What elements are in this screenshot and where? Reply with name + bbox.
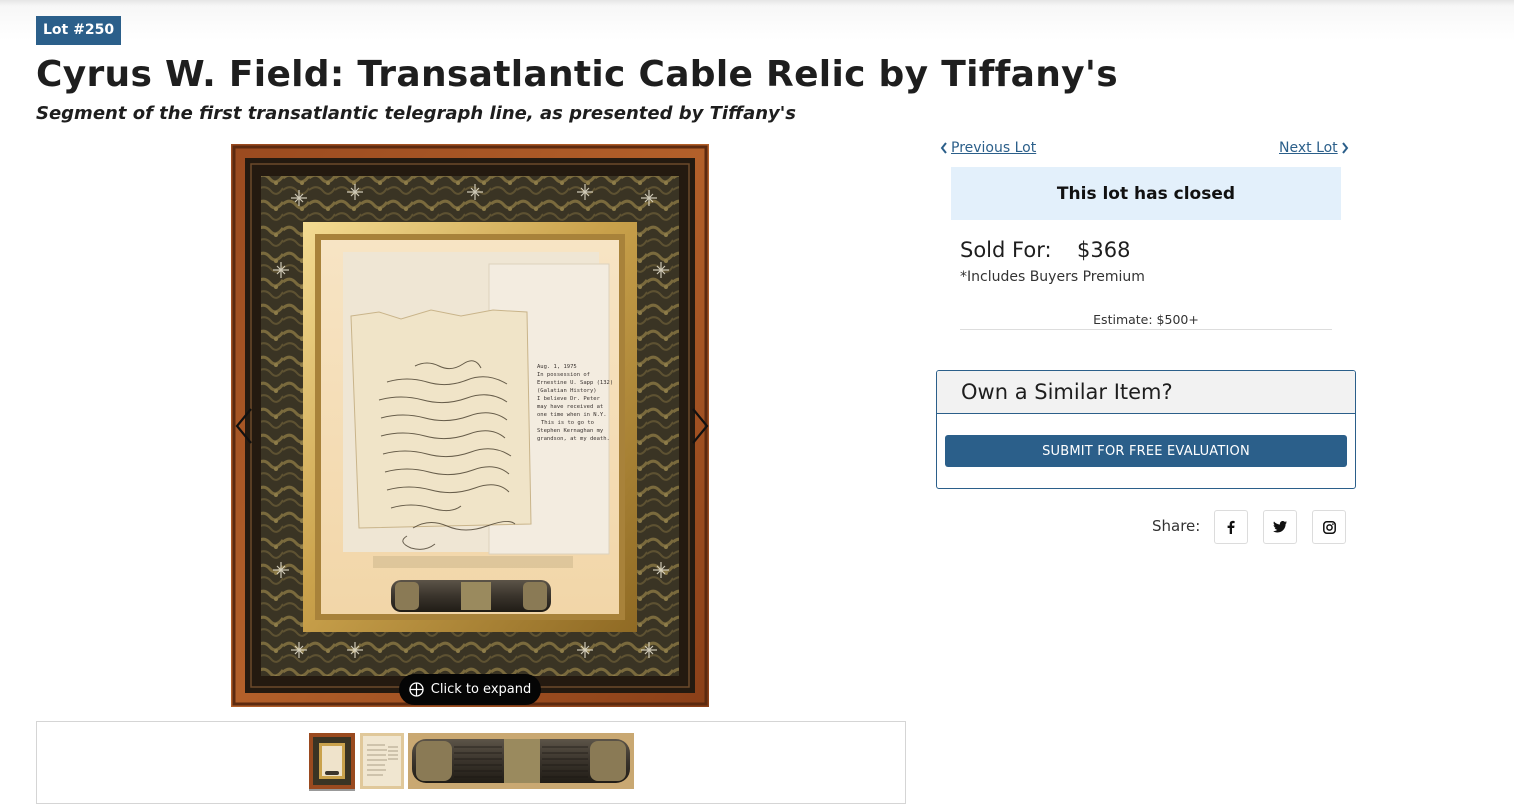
similar-item-panel: Own a Similar Item? SUBMIT FOR FREE EVAL… <box>936 370 1356 489</box>
svg-text:Stephen Kernaghan my: Stephen Kernaghan my <box>537 428 604 434</box>
svg-text:one time when in N.Y.: one time when in N.Y. <box>537 412 607 418</box>
sold-for-label: Sold For: <box>960 238 1052 262</box>
svg-text:Ernestine U. Sapp (132): Ernestine U. Sapp (132) <box>537 380 613 386</box>
twitter-icon <box>1273 521 1287 533</box>
svg-text:This is to go to: This is to go to <box>541 420 594 426</box>
svg-text:may have received at: may have received at <box>537 404 603 410</box>
lot-title: Cyrus W. Field: Transatlantic Cable Reli… <box>36 54 1118 95</box>
thumbnail-framed-relic[interactable] <box>309 733 355 791</box>
lot-subtitle: Segment of the first transatlantic teleg… <box>36 103 797 124</box>
lot-closed-notice: This lot has closed <box>951 167 1341 220</box>
expand-crosshair-icon <box>409 682 424 697</box>
svg-text:grandson, at my death.: grandson, at my death. <box>537 436 610 442</box>
facebook-share-button[interactable] <box>1214 510 1248 544</box>
facebook-icon <box>1227 520 1235 534</box>
thumbnail-strip <box>36 721 906 804</box>
top-header-shadow <box>0 0 1514 40</box>
expand-label: Click to expand <box>430 682 532 697</box>
previous-lot-label: Previous Lot <box>951 140 1037 156</box>
thumbnail-letter[interactable] <box>360 733 404 789</box>
svg-text:(Galatian History): (Galatian History) <box>537 388 597 394</box>
submit-evaluation-button[interactable]: SUBMIT FOR FREE EVALUATION <box>945 435 1347 467</box>
click-to-expand-button[interactable]: Click to expand <box>399 674 541 705</box>
gallery-prev-arrow[interactable] <box>233 405 257 447</box>
buyers-premium-note: *Includes Buyers Premium <box>960 269 1145 285</box>
main-lot-image[interactable]: Aug. 1, 1975 In possession of Ernestine … <box>231 144 709 707</box>
svg-text:I believe Dr. Peter: I believe Dr. Peter <box>537 396 601 402</box>
next-lot-link[interactable]: Next Lot <box>1279 140 1349 156</box>
gallery-next-arrow[interactable] <box>687 405 711 447</box>
instagram-icon <box>1322 520 1336 534</box>
svg-text:In possession of: In possession of <box>537 372 590 378</box>
estimate-text: Estimate: $500+ <box>960 312 1332 330</box>
svg-text:Aug. 1, 1975: Aug. 1, 1975 <box>537 364 577 370</box>
thumbnail-cable-segment[interactable] <box>408 733 634 789</box>
sold-for-price: $368 <box>1077 238 1131 262</box>
instagram-share-button[interactable] <box>1312 510 1346 544</box>
share-label: Share: <box>1152 517 1201 535</box>
chevron-left-icon <box>940 142 947 154</box>
similar-item-heading: Own a Similar Item? <box>937 371 1355 414</box>
chevron-right-icon <box>1341 142 1348 154</box>
lot-number-badge: Lot #250 <box>36 16 122 45</box>
twitter-share-button[interactable] <box>1263 510 1297 544</box>
next-lot-label: Next Lot <box>1279 140 1338 156</box>
previous-lot-link[interactable]: Previous Lot <box>940 140 1036 156</box>
